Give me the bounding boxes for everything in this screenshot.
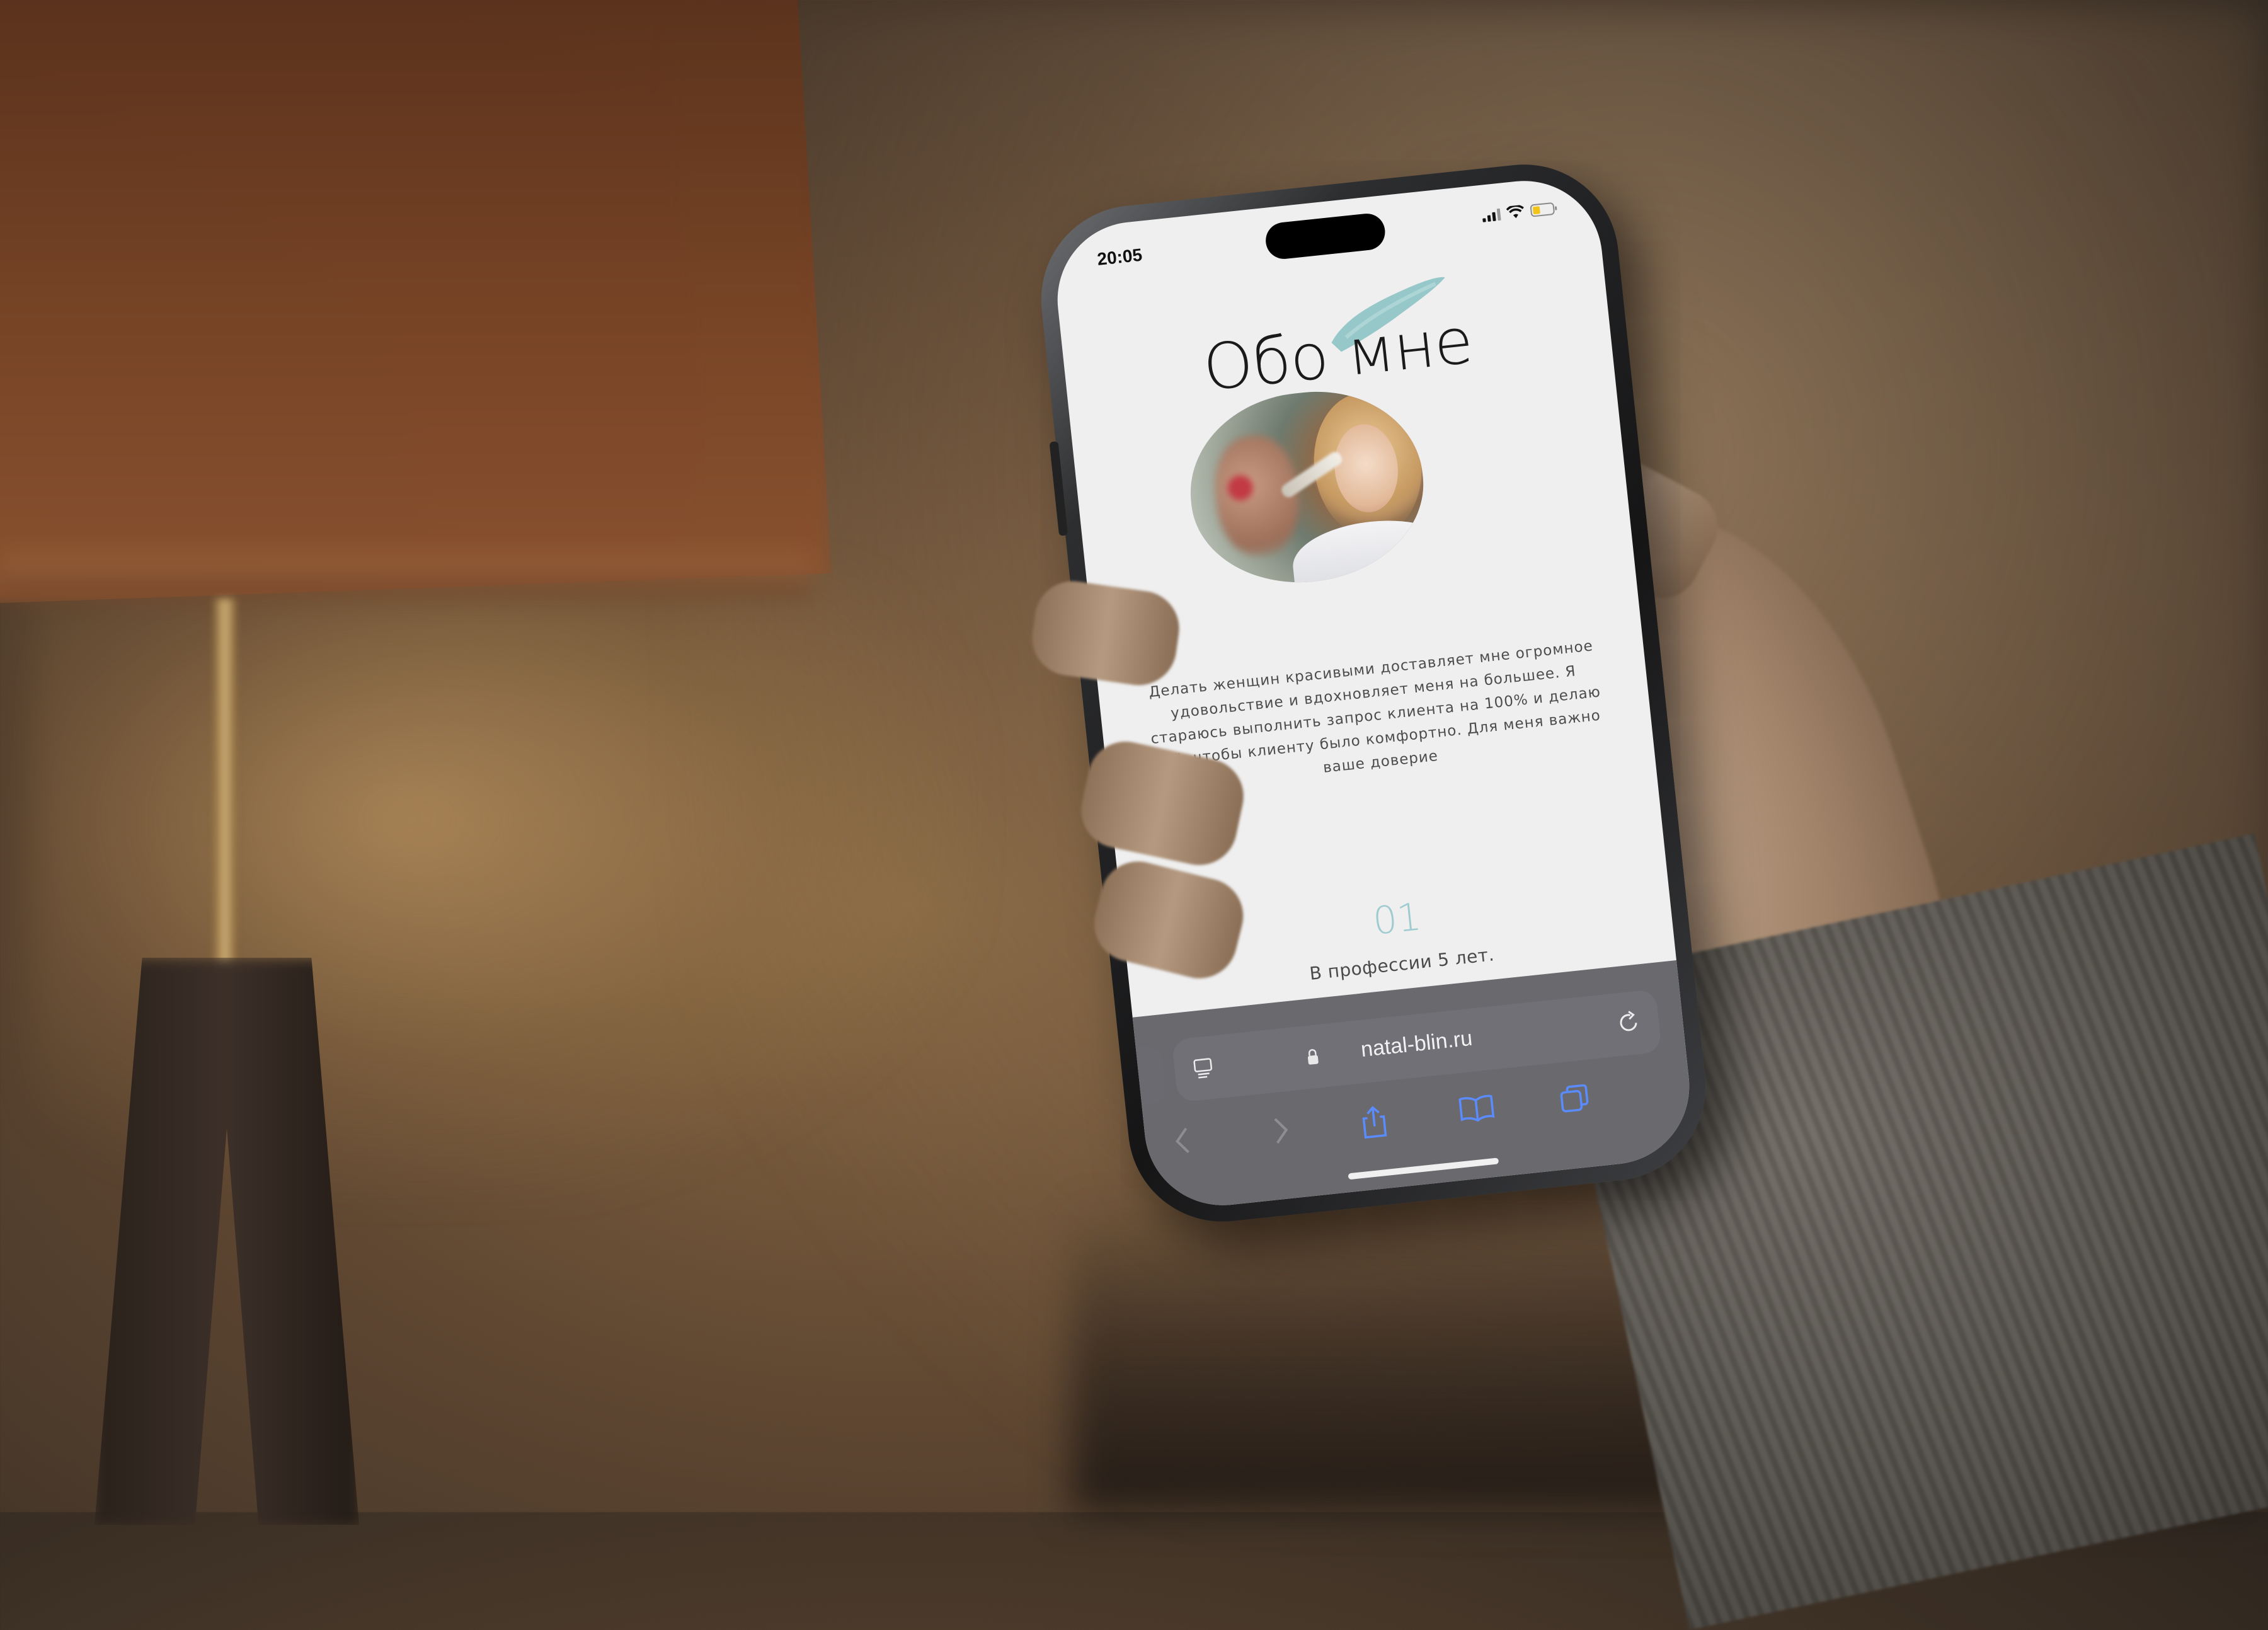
- phone: 20:05 Обо мне Делать женщин красивыми до…: [1031, 155, 1715, 1231]
- wifi-icon: [1506, 204, 1525, 221]
- forward-icon[interactable]: [1269, 1114, 1292, 1150]
- address-text: natal-blin.ru: [1360, 1026, 1474, 1062]
- phone-screen: 20:05 Обо мне Делать женщин красивыми до…: [1050, 173, 1697, 1214]
- status-time: 20:05: [1096, 244, 1143, 269]
- status-icons: [1481, 200, 1559, 224]
- home-indicator[interactable]: [1348, 1157, 1499, 1180]
- reload-icon[interactable]: [1616, 1009, 1642, 1039]
- portrait-photo: [1181, 381, 1433, 594]
- back-icon[interactable]: [1172, 1124, 1194, 1160]
- battery-icon: [1530, 201, 1559, 217]
- share-icon[interactable]: [1358, 1103, 1390, 1142]
- bookmarks-icon[interactable]: [1458, 1093, 1496, 1127]
- tabs-icon[interactable]: [1558, 1082, 1591, 1118]
- lamp-rod: [214, 599, 236, 989]
- signal-icon: [1482, 208, 1501, 222]
- lamp-shade: [0, 0, 832, 605]
- dynamic-island: [1264, 212, 1387, 261]
- lamp-shade-rim: [0, 554, 813, 599]
